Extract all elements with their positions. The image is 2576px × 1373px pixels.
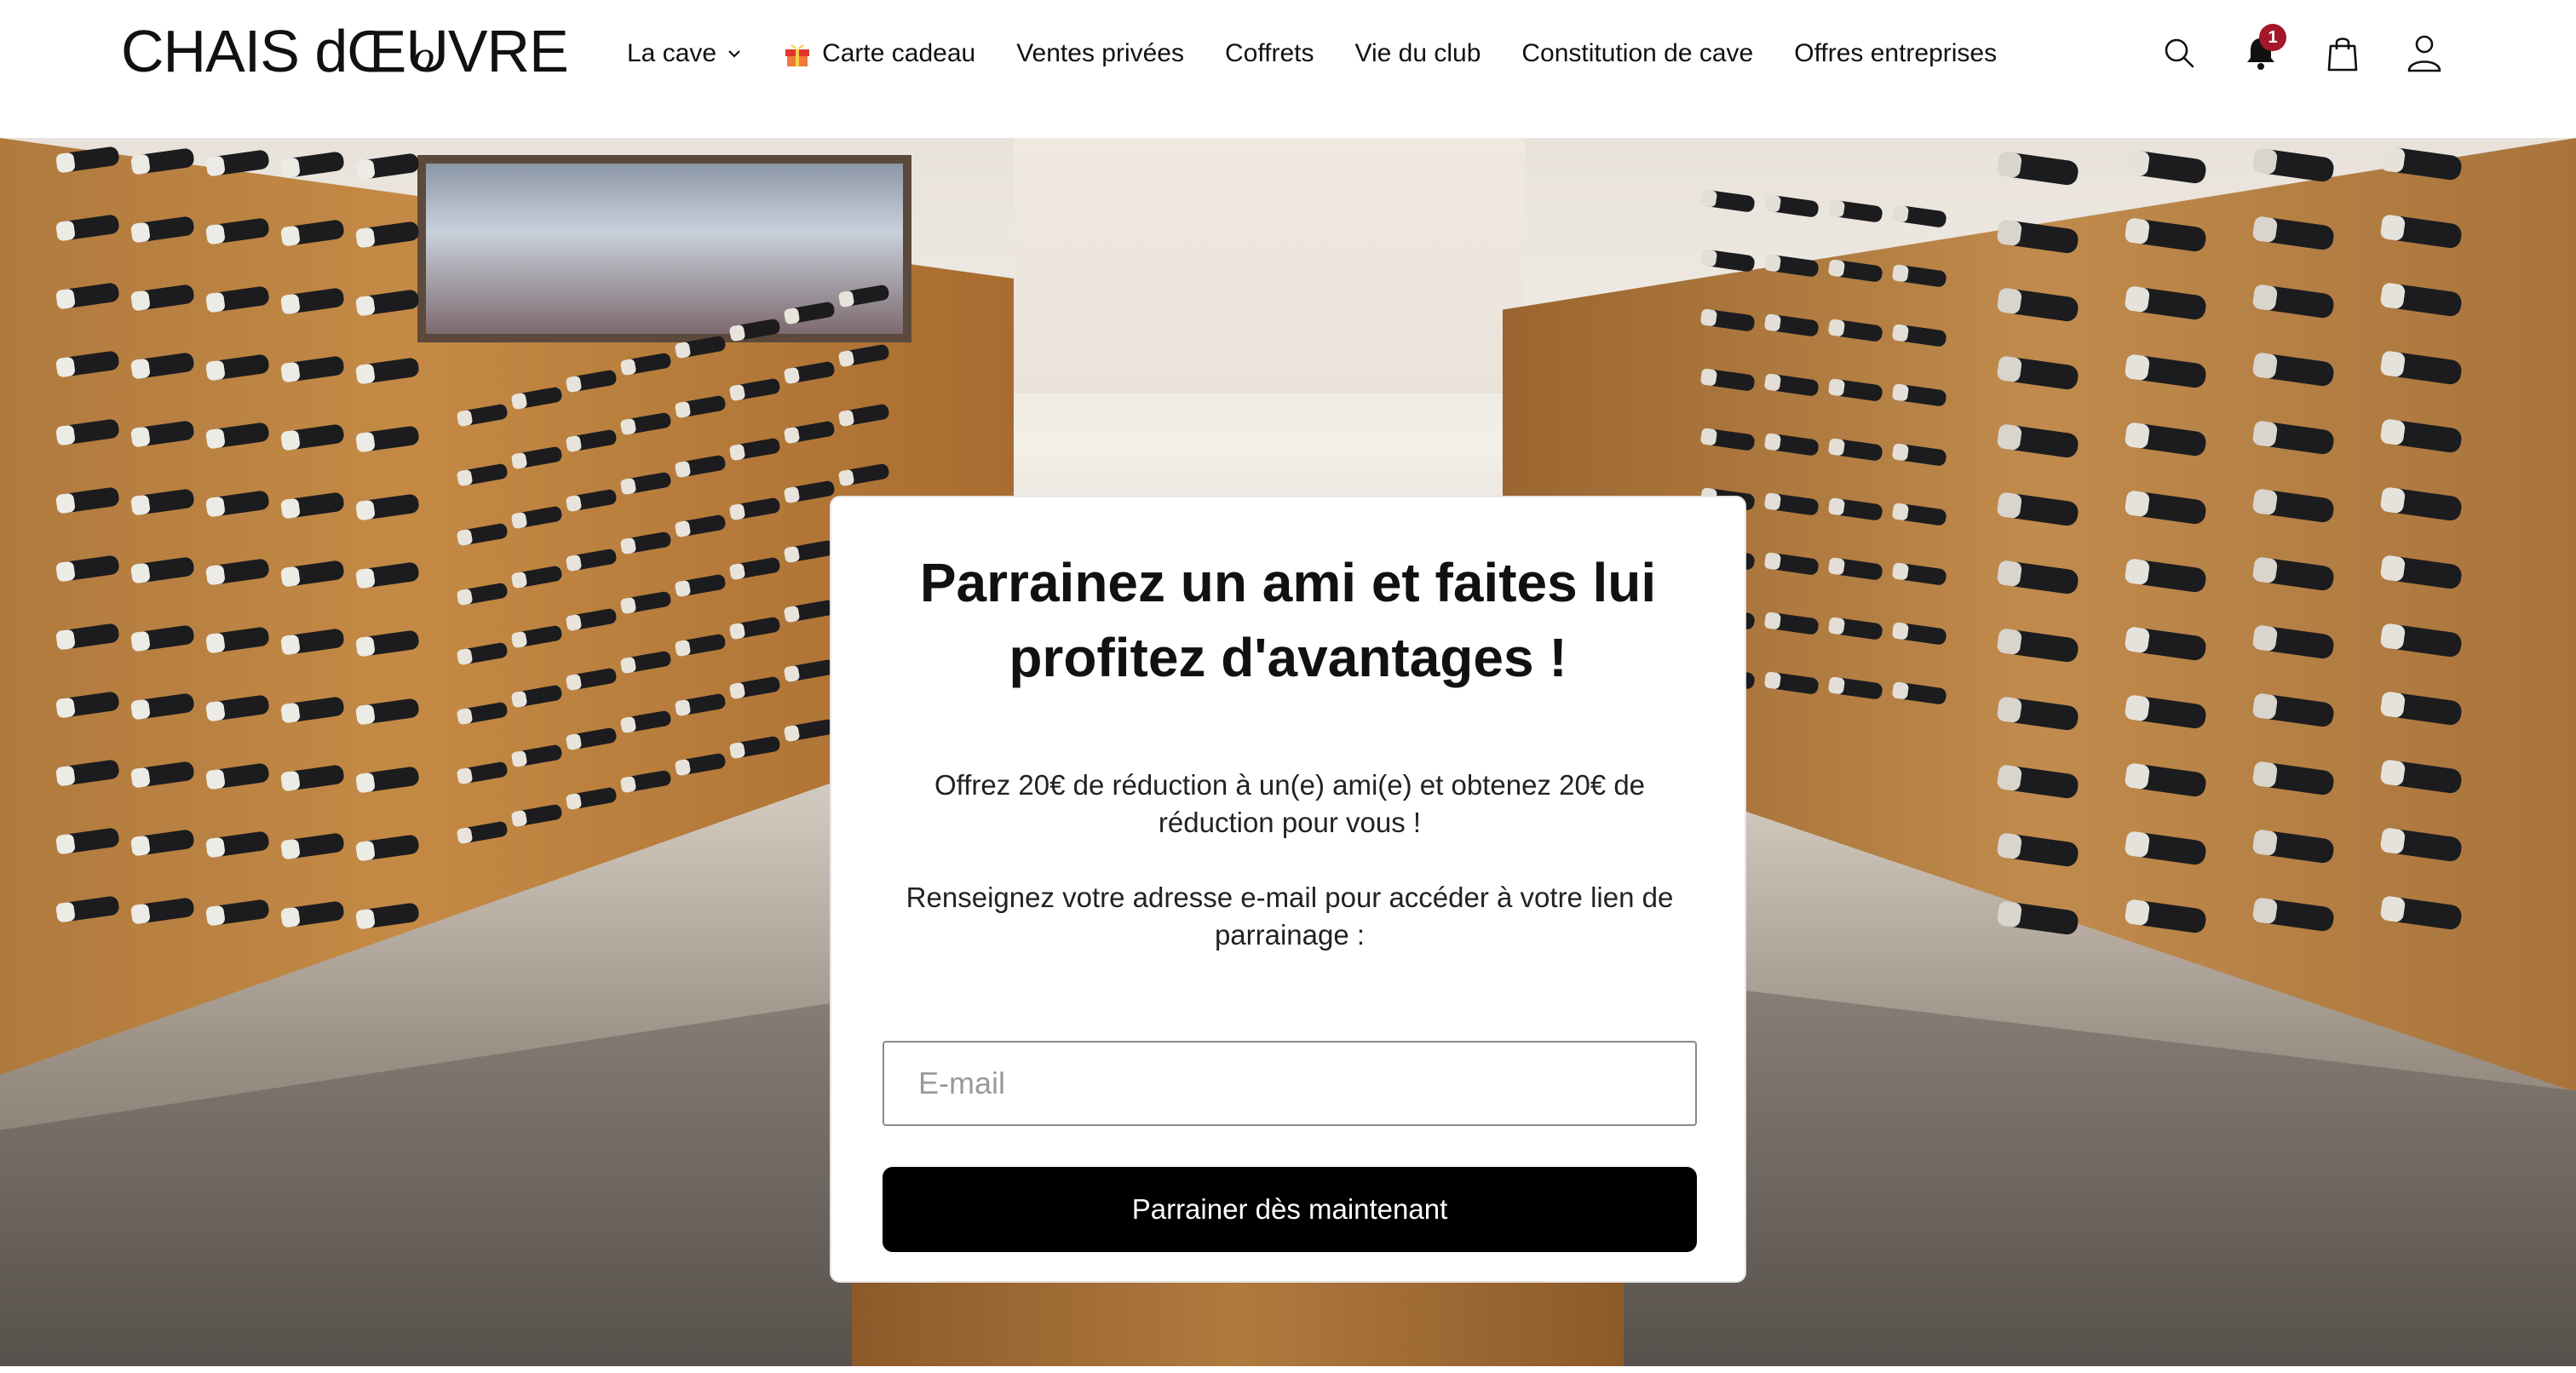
nav-item-label: Coffrets [1225,39,1314,67]
logo-text-main: CHAIS d [121,18,348,84]
email-field[interactable] [883,1041,1697,1126]
nav-item-label: La cave [627,39,717,67]
main-nav: La cave Carte cadeau Ventes privées Coff… [627,34,1997,73]
site-header: CHAIS d o ŒUVRE La cave Carte cadeau Ven… [0,0,2576,138]
search-icon [2165,38,2194,68]
wine-bottle [1700,189,1755,212]
wine-bottle [280,152,344,178]
wine-bottle [2125,150,2206,184]
refer-now-button[interactable]: Parrainer dès maintenant [883,1167,1697,1252]
wine-bottle [355,153,419,180]
cellar-ceiling [1014,138,1525,394]
nav-item-label: Constitution de cave [1521,39,1754,67]
wine-bottle [1892,204,1946,227]
logo-text-end: ŒUVRE [347,18,568,84]
wine-bottle [2252,148,2334,182]
nav-item-la-cave[interactable]: La cave [627,39,742,68]
nav-item-offres-entreprises[interactable]: Offres entreprises [1794,39,1997,68]
hero-section: Parrainez un ami et faites lui profitez … [0,138,2576,1366]
search-button[interactable] [2155,29,2203,77]
referral-instruction-text: Renseignez votre adresse e-mail pour acc… [906,882,1674,951]
header-actions: 1 [2155,24,2448,77]
referral-card: Parrainez un ami et faites lui profitez … [830,496,1746,1283]
notification-count-badge: 1 [2259,24,2286,51]
gift-icon [785,44,810,66]
wine-bottle [1997,152,2079,186]
nav-item-ventes-privees[interactable]: Ventes privées [1016,39,1184,68]
wine-dispenser [417,155,911,342]
referral-title: Parrainez un ami et faites lui profitez … [919,552,1657,688]
notifications-button[interactable]: 1 [2237,24,2286,77]
cart-button[interactable] [2319,29,2366,77]
nav-item-label: Offres entreprises [1794,39,1998,67]
wine-bottle [1764,194,1819,217]
nav-item-constitution-de-cave[interactable]: Constitution de cave [1521,39,1753,68]
brand-logo[interactable]: CHAIS d o ŒUVRE [121,17,569,85]
referral-offer-text: Offrez 20€ de réduction à un(e) ami(e) e… [934,769,1646,838]
wine-bottle [1828,199,1883,222]
account-button[interactable] [2401,29,2448,77]
nav-item-label: Vie du club [1354,39,1481,67]
nav-item-carte-cadeau[interactable]: Carte cadeau [783,39,975,68]
nav-item-label: Carte cadeau [822,39,976,67]
nav-item-label: Ventes privées [1016,39,1184,67]
user-icon [2407,35,2441,72]
chevron-down-icon [728,50,740,58]
shopping-bag-icon [2327,37,2358,72]
logo-flourish: o [412,36,434,79]
nav-item-vie-du-club[interactable]: Vie du club [1355,39,1481,68]
wine-bottle [1700,249,1755,272]
nav-item-coffrets[interactable]: Coffrets [1225,39,1314,68]
